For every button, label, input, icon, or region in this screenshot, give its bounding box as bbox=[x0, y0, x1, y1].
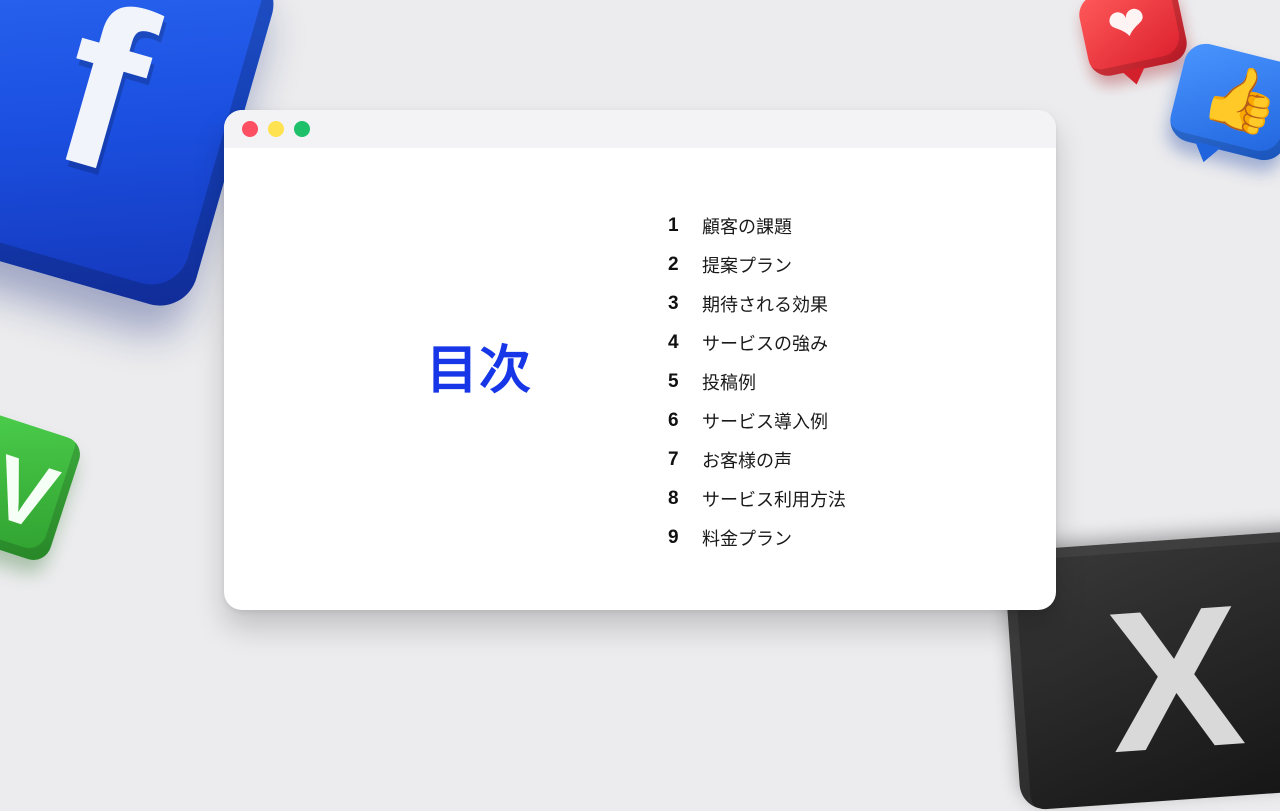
toc-item-number: 3 bbox=[668, 292, 679, 314]
minimize-dot-icon[interactable] bbox=[268, 121, 284, 137]
toc-item: 2 提案プラン bbox=[668, 245, 846, 284]
thumbs-up-icon: 👍 bbox=[1195, 53, 1280, 143]
toc-item: 1 顧客の課題 bbox=[668, 206, 846, 245]
window-titlebar bbox=[224, 110, 1056, 148]
toc-item-number: 2 bbox=[668, 253, 679, 275]
toc-item: 5 投稿例 bbox=[668, 362, 846, 401]
heart-icon: ❤ bbox=[1102, 0, 1152, 55]
toc-item-label: 顧客の課題 bbox=[702, 216, 792, 238]
facebook-letter: f bbox=[31, 0, 176, 222]
thumbs-up-like-icon: 👍 bbox=[1165, 39, 1280, 165]
toc-item-number: 6 bbox=[668, 409, 679, 431]
toc-item-number: 1 bbox=[668, 214, 679, 236]
maximize-dot-icon[interactable] bbox=[294, 121, 310, 137]
x-letter: X bbox=[1101, 563, 1250, 796]
toc-item-label: サービス利用方法 bbox=[702, 489, 846, 511]
page-title: 目次 bbox=[426, 341, 533, 401]
toc-item-number: 4 bbox=[668, 331, 679, 353]
toc-item: 9 料金プラン bbox=[668, 518, 846, 557]
toc-window: 目次 1 顧客の課題 2 提案プラン 3 期待される効果 4 サービスの強み 5… bbox=[224, 110, 1056, 610]
toc-item-label: 投稿例 bbox=[702, 372, 756, 394]
close-dot-icon[interactable] bbox=[242, 121, 258, 137]
toc-item-label: お客様の声 bbox=[702, 450, 792, 472]
toc-item-label: サービス導入例 bbox=[702, 411, 828, 433]
toc-item-number: 8 bbox=[668, 487, 679, 509]
table-of-contents: 1 顧客の課題 2 提案プラン 3 期待される効果 4 サービスの強み 5 投稿… bbox=[668, 206, 846, 557]
toc-item: 7 お客様の声 bbox=[668, 440, 846, 479]
toc-item: 8 サービス利用方法 bbox=[668, 479, 846, 518]
toc-item: 6 サービス導入例 bbox=[668, 401, 846, 440]
heart-reaction-icon: ❤ bbox=[1075, 0, 1191, 80]
vine-icon: V bbox=[0, 403, 85, 565]
toc-item-number: 9 bbox=[668, 526, 679, 548]
vine-letter: V bbox=[0, 436, 69, 551]
toc-item: 3 期待される効果 bbox=[668, 284, 846, 323]
toc-item-label: 提案プラン bbox=[702, 255, 792, 277]
toc-item-label: 期待される効果 bbox=[702, 294, 828, 316]
toc-item-label: 料金プラン bbox=[702, 528, 792, 550]
toc-item-label: サービスの強み bbox=[702, 333, 828, 355]
toc-item-number: 5 bbox=[668, 370, 679, 392]
toc-item: 4 サービスの強み bbox=[668, 323, 846, 362]
toc-item-number: 7 bbox=[668, 448, 679, 470]
